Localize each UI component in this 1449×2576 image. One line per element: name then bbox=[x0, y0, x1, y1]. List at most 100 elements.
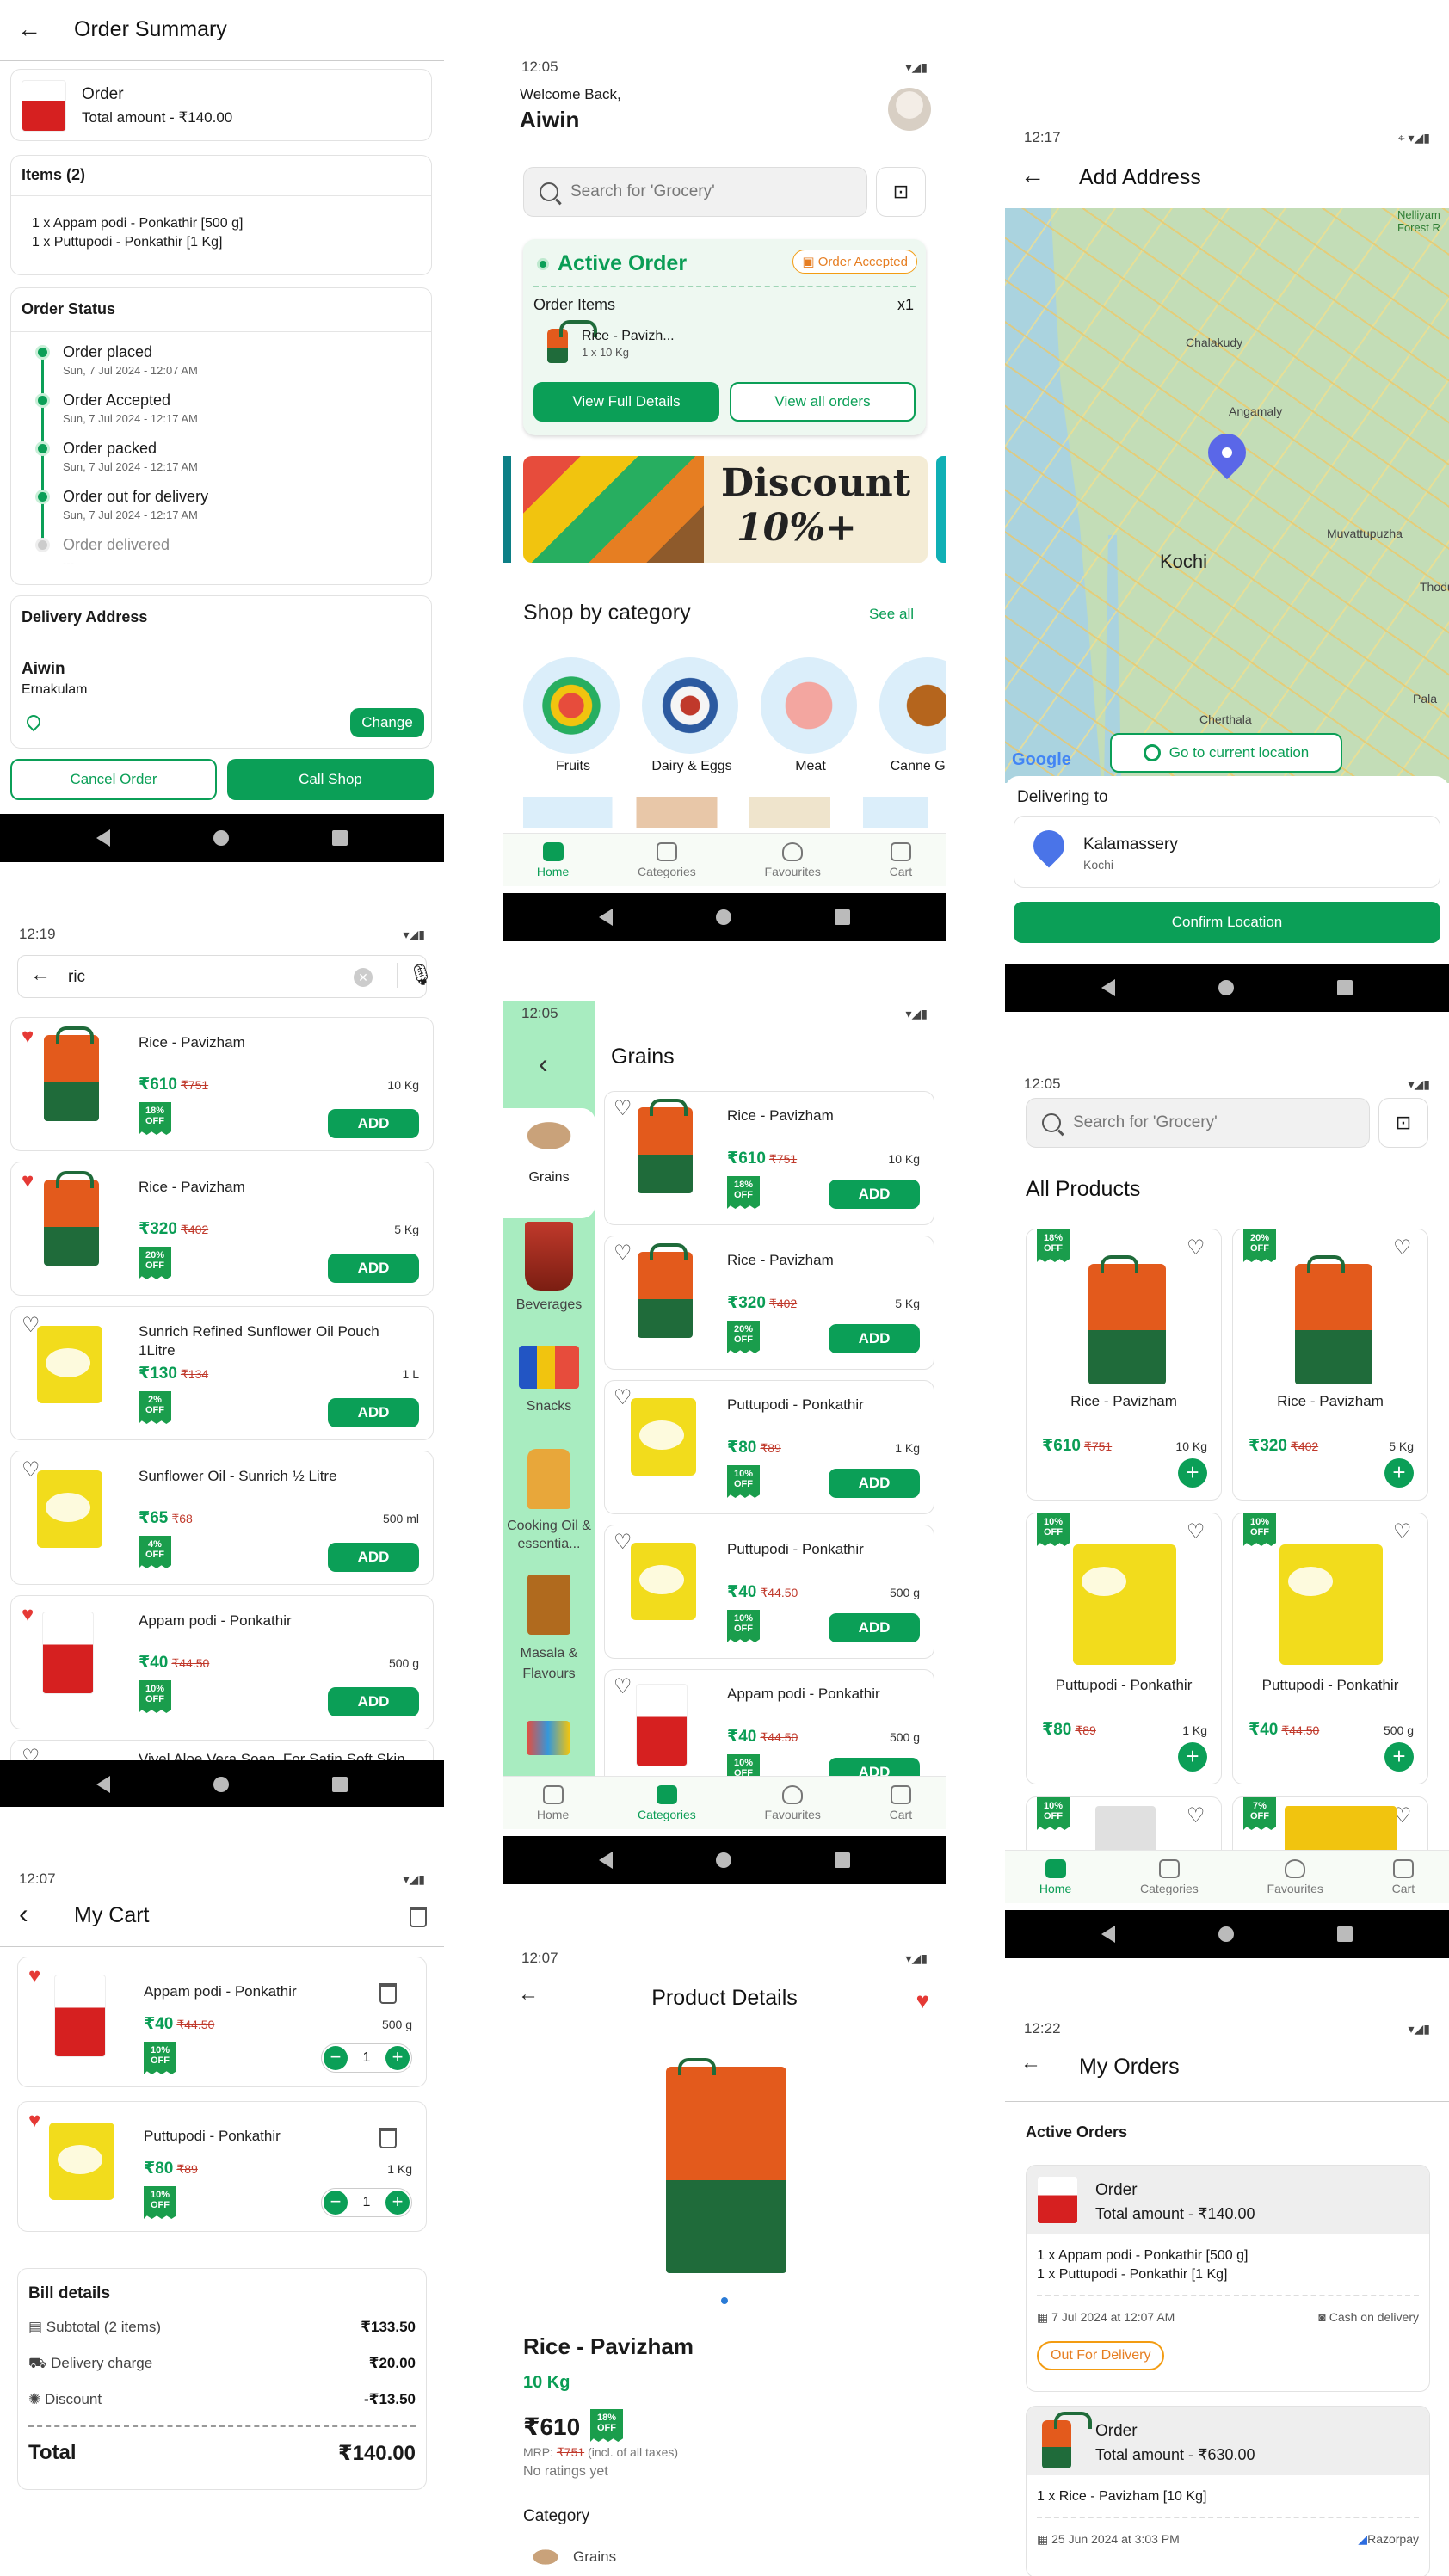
order-card[interactable]: Order Total amount - ₹140.00 1 x Appam p… bbox=[1026, 2165, 1430, 2392]
back-chevron-icon[interactable]: ‹ bbox=[19, 1898, 28, 1930]
remove-item-trash-icon[interactable] bbox=[379, 2128, 397, 2148]
product-card[interactable]: ♥ Rice - Pavizham ₹610 ₹751 10 Kg 18% OFF… bbox=[10, 1017, 434, 1151]
product-card[interactable]: ♡ Rice - Pavizham ₹320 ₹402 5 Kg 20% OFF … bbox=[604, 1236, 934, 1370]
scan-icon[interactable]: ⊡ bbox=[876, 167, 926, 217]
sidebar-item-masala[interactable]: Masala & Flavours bbox=[503, 1575, 595, 1685]
favourite-heart-icon[interactable]: ♡ bbox=[614, 1099, 636, 1119]
favourite-heart-icon[interactable]: ♡ bbox=[614, 1677, 636, 1698]
product-card[interactable]: ♡ Sunrich Refined Sunflower Oil Pouch 1L… bbox=[10, 1306, 434, 1440]
tab-home[interactable]: Home bbox=[1039, 1858, 1071, 1895]
nav-back-icon[interactable] bbox=[599, 1852, 613, 1869]
product-card[interactable]: 10% OFF ♡ Puttupodi - Ponkathir ₹40 ₹44.5… bbox=[1232, 1513, 1428, 1784]
add-button[interactable]: ADD bbox=[328, 1109, 419, 1138]
sidebar-item-grains[interactable]: Grains bbox=[503, 1113, 595, 1186]
add-button[interactable]: ADD bbox=[328, 1687, 419, 1716]
cancel-order-button[interactable]: Cancel Order bbox=[10, 759, 217, 800]
call-shop-button[interactable]: Call Shop bbox=[227, 759, 434, 800]
favourite-heart-icon[interactable]: ♥ bbox=[28, 2111, 51, 2131]
add-button[interactable]: ADD bbox=[829, 1469, 920, 1498]
back-chevron-icon[interactable]: ‹ bbox=[539, 1048, 548, 1080]
favourite-heart-icon[interactable]: ♥ bbox=[22, 1171, 44, 1192]
add-button[interactable]: ADD bbox=[328, 1398, 419, 1427]
category-item[interactable]: Canne Good bbox=[879, 657, 946, 774]
add-button[interactable]: ADD bbox=[829, 1324, 920, 1353]
increment-button[interactable]: + bbox=[385, 2046, 410, 2070]
add-button[interactable]: ADD bbox=[328, 1543, 419, 1572]
nav-home-icon[interactable] bbox=[716, 909, 731, 925]
back-arrow-icon[interactable]: ← bbox=[1020, 2051, 1041, 2075]
favourite-heart-icon[interactable]: ♥ bbox=[22, 1026, 44, 1047]
product-card-partial[interactable]: 7% OFF ♡ bbox=[1232, 1796, 1428, 1850]
favourite-heart-icon[interactable]: ♡ bbox=[614, 1243, 636, 1264]
search-query[interactable]: ric bbox=[68, 968, 85, 987]
tab-categories[interactable]: Categories bbox=[638, 841, 696, 878]
tab-categories[interactable]: Categories bbox=[638, 1784, 696, 1821]
nav-back-icon[interactable] bbox=[1101, 979, 1115, 996]
add-button[interactable]: ADD bbox=[328, 1254, 419, 1283]
add-circle-button[interactable]: + bbox=[1178, 1458, 1207, 1488]
sidebar-item-cooking-oil[interactable]: Cooking Oil & essentia... bbox=[503, 1449, 595, 1554]
nav-home-icon[interactable] bbox=[1218, 1926, 1234, 1942]
search-field[interactable]: ← ric ✕ 🎙 bbox=[17, 955, 434, 998]
back-arrow-icon[interactable]: ← bbox=[30, 963, 51, 987]
add-circle-button[interactable]: + bbox=[1384, 1742, 1414, 1772]
category-item[interactable]: Dairy & Eggs bbox=[642, 657, 742, 774]
category-item[interactable]: Meat bbox=[761, 657, 860, 774]
favourite-heart-icon[interactable]: ♥ bbox=[916, 1987, 929, 2014]
nav-home-icon[interactable] bbox=[1218, 980, 1234, 995]
product-card[interactable]: 10% OFF ♡ Puttupodi - Ponkathir ₹80 ₹89 1… bbox=[1026, 1513, 1222, 1784]
search-bar[interactable]: Search for 'Grocery' bbox=[1026, 1098, 1370, 1148]
nav-home-icon[interactable] bbox=[213, 830, 229, 846]
back-arrow-icon[interactable]: ← bbox=[17, 15, 41, 43]
product-card[interactable]: ♡ Sunflower Oil - Sunrich ½ Litre ₹65 ₹68… bbox=[10, 1451, 434, 1585]
product-card[interactable]: ♡ Puttupodi - Ponkathir ₹40 ₹44.50 500 g … bbox=[604, 1525, 934, 1659]
clear-icon[interactable]: ✕ bbox=[354, 968, 373, 987]
add-circle-button[interactable]: + bbox=[1384, 1458, 1414, 1488]
nav-home-icon[interactable] bbox=[213, 1777, 229, 1792]
favourite-heart-icon[interactable]: ♥ bbox=[22, 1605, 44, 1625]
nav-recent-icon[interactable] bbox=[1337, 1926, 1353, 1942]
favourite-heart-icon[interactable]: ♡ bbox=[1393, 1522, 1415, 1543]
product-card[interactable]: ♡ Puttupodi - Ponkathir ₹80 ₹89 1 Kg 10% … bbox=[604, 1380, 934, 1514]
confirm-location-button[interactable]: Confirm Location bbox=[1014, 902, 1440, 943]
search-bar[interactable]: Search for 'Grocery' bbox=[523, 167, 867, 217]
nav-back-icon[interactable] bbox=[1101, 1926, 1115, 1943]
favourite-heart-icon[interactable]: ♥ bbox=[28, 1966, 51, 1987]
add-circle-button[interactable]: + bbox=[1178, 1742, 1207, 1772]
mic-icon[interactable]: 🎙 bbox=[397, 963, 434, 988]
nav-back-icon[interactable] bbox=[96, 1776, 110, 1793]
nav-back-icon[interactable] bbox=[96, 829, 110, 847]
nav-recent-icon[interactable] bbox=[835, 1852, 850, 1868]
add-button[interactable]: ADD bbox=[829, 1758, 920, 1776]
nav-recent-icon[interactable] bbox=[332, 830, 348, 846]
back-arrow-icon[interactable]: ← bbox=[1020, 162, 1045, 189]
tab-home[interactable]: Home bbox=[537, 1784, 569, 1821]
product-card[interactable]: 20% OFF ♡ Rice - Pavizham ₹320 ₹402 5 Kg … bbox=[1232, 1229, 1428, 1501]
nav-home-icon[interactable] bbox=[716, 1852, 731, 1868]
product-card[interactable]: ♡ Rice - Pavizham ₹610 ₹751 10 Kg 18% OFF… bbox=[604, 1091, 934, 1225]
scan-icon[interactable]: ⊡ bbox=[1378, 1098, 1428, 1148]
go-current-location-button[interactable]: Go to current location bbox=[1110, 733, 1342, 773]
tab-cart[interactable]: Cart bbox=[890, 1784, 912, 1821]
increment-button[interactable]: + bbox=[385, 2191, 410, 2215]
product-card[interactable]: 18% OFF ♡ Rice - Pavizham ₹610 ₹751 10 Kg… bbox=[1026, 1229, 1222, 1501]
tab-favourites[interactable]: Favourites bbox=[1267, 1858, 1323, 1895]
map-view[interactable]: Chalakudy Angamaly Kochi Muvattupuzha Ch… bbox=[1005, 208, 1449, 783]
clear-cart-trash-icon[interactable] bbox=[410, 1907, 427, 1927]
tab-favourites[interactable]: Favourites bbox=[765, 1784, 821, 1821]
sidebar-item-snacks[interactable]: Snacks bbox=[503, 1346, 595, 1414]
favourite-heart-icon[interactable]: ♡ bbox=[1393, 1238, 1415, 1259]
favourite-heart-icon[interactable]: ♡ bbox=[1187, 1238, 1209, 1259]
nav-recent-icon[interactable] bbox=[835, 909, 850, 925]
favourite-heart-icon[interactable]: ♡ bbox=[1187, 1806, 1209, 1827]
nav-recent-icon[interactable] bbox=[1337, 980, 1353, 995]
discount-banner[interactable]: Discount 10%+ bbox=[523, 456, 928, 563]
order-card[interactable]: Order Total amount - ₹630.00 1 x Rice - … bbox=[1026, 2406, 1430, 2576]
tab-favourites[interactable]: Favourites bbox=[765, 841, 821, 878]
category-chip[interactable]: Grains bbox=[528, 2547, 616, 2567]
view-full-details-button[interactable]: View Full Details bbox=[533, 382, 719, 422]
see-all-link[interactable]: See all bbox=[869, 606, 914, 623]
view-all-orders-button[interactable]: View all orders bbox=[730, 382, 916, 422]
nav-recent-icon[interactable] bbox=[332, 1777, 348, 1792]
add-button[interactable]: ADD bbox=[829, 1180, 920, 1209]
